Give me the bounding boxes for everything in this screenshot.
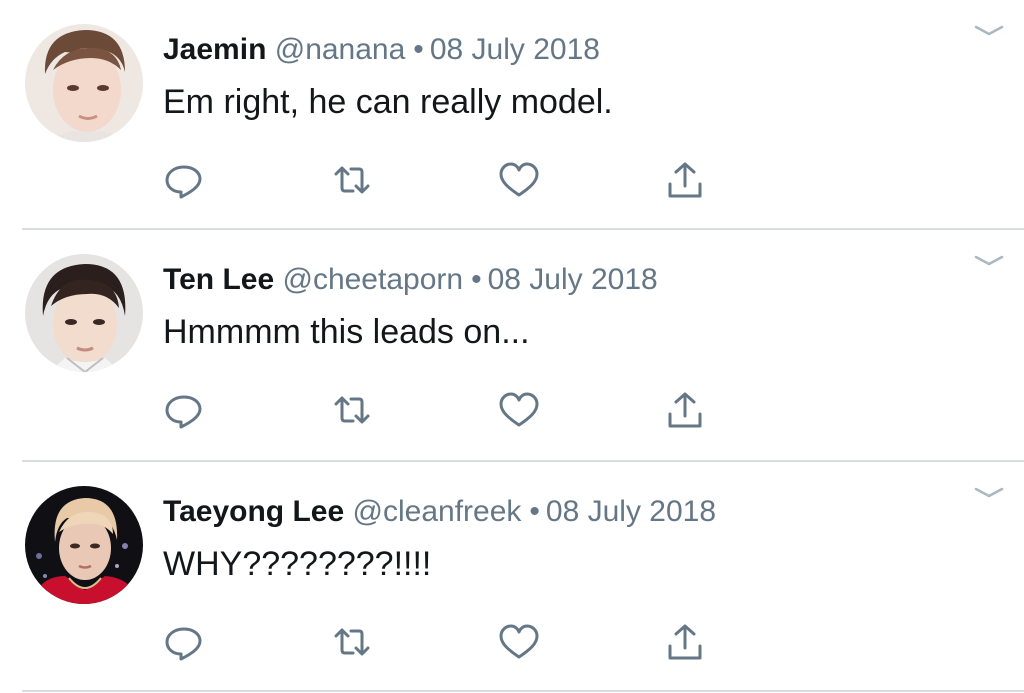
chevron-down-icon[interactable] (972, 252, 1006, 270)
display-name[interactable]: Taeyong Lee (163, 495, 344, 528)
tweet-header: Ten Lee @cheetaporn • 08 July 2018 (163, 260, 658, 300)
tweet-date[interactable]: 08 July 2018 (430, 33, 600, 66)
tweet-date[interactable]: 08 July 2018 (546, 495, 716, 528)
retweet-icon[interactable] (330, 390, 374, 430)
user-handle[interactable]: @nanana (275, 33, 406, 66)
tweet[interactable]: Jaemin @nanana • 08 July 2018 Em right, he… (0, 0, 1024, 230)
user-handle[interactable]: @cheetaporn (282, 263, 463, 296)
tweet-actions (160, 160, 720, 200)
avatar[interactable] (25, 486, 143, 604)
chevron-down-icon[interactable] (972, 484, 1006, 502)
display-name[interactable]: Ten Lee (163, 263, 274, 296)
tweet-actions (160, 390, 720, 430)
tweet-text: Em right, he can really model. (163, 83, 613, 121)
share-icon[interactable] (663, 622, 707, 662)
separator-dot: • (413, 33, 424, 66)
reply-icon[interactable] (162, 160, 206, 200)
separator-dot: • (471, 263, 482, 296)
avatar[interactable] (25, 24, 143, 142)
tweet[interactable]: Ten Lee @cheetaporn • 08 July 2018 Hmmmm t… (0, 230, 1024, 460)
heart-icon[interactable] (497, 390, 541, 430)
share-icon[interactable] (663, 160, 707, 200)
reply-icon[interactable] (162, 390, 206, 430)
retweet-icon[interactable] (330, 622, 374, 662)
tweet-divider (22, 690, 1024, 692)
tweet-date[interactable]: 08 July 2018 (488, 263, 658, 296)
user-handle[interactable]: @cleanfreek (353, 495, 522, 528)
heart-icon[interactable] (497, 622, 541, 662)
tweet[interactable]: Taeyong Lee @cleanfreek • 08 July 2018 WHY… (0, 462, 1024, 692)
avatar[interactable] (25, 254, 143, 372)
separator-dot: • (529, 495, 540, 528)
tweet-actions (160, 622, 720, 662)
heart-icon[interactable] (497, 160, 541, 200)
reply-icon[interactable] (162, 622, 206, 662)
tweet-header: Taeyong Lee @cleanfreek • 08 July 2018 (163, 492, 716, 532)
retweet-icon[interactable] (330, 160, 374, 200)
tweet-header: Jaemin @nanana • 08 July 2018 (163, 30, 600, 70)
share-icon[interactable] (663, 390, 707, 430)
tweet-text: WHY????????!!!! (163, 545, 432, 583)
display-name[interactable]: Jaemin (163, 33, 266, 66)
tweet-feed: Jaemin @nanana • 08 July 2018 Em right, he… (0, 0, 1024, 693)
chevron-down-icon[interactable] (972, 22, 1006, 40)
tweet-text: Hmmmm this leads on... (163, 313, 530, 351)
